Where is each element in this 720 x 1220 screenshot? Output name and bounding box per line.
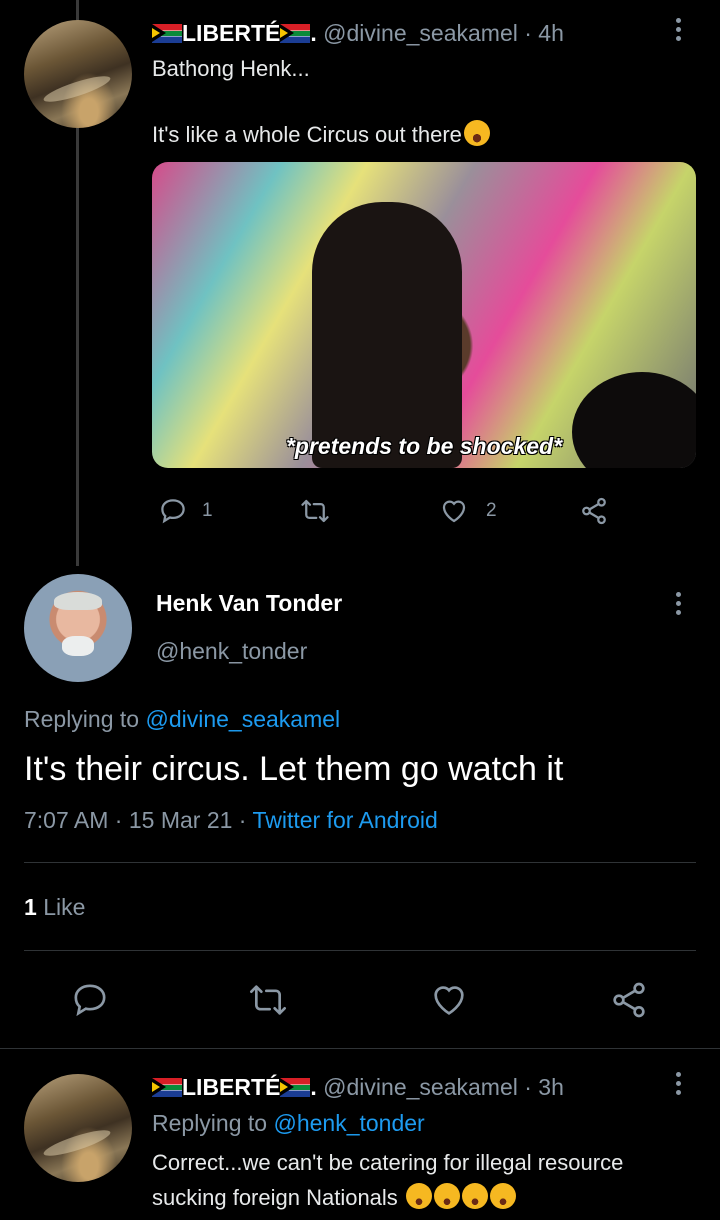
- tweet-source-link[interactable]: Twitter for Android: [252, 807, 437, 833]
- handle[interactable]: @henk_tonder: [156, 638, 307, 665]
- separator: ·: [524, 1074, 532, 1100]
- handle[interactable]: @divine_seakamel: [323, 1074, 518, 1100]
- share-button[interactable]: [608, 980, 650, 1020]
- display-name[interactable]: LIBERTÉ: [182, 1074, 280, 1100]
- tweet-text: sucking foreign Nationals: [152, 1185, 398, 1210]
- handle[interactable]: @divine_seakamel: [323, 20, 518, 46]
- tweet-text-line: It's like a whole Circus out there: [152, 120, 490, 148]
- south-africa-flag-icon: [280, 1078, 311, 1097]
- reply-button[interactable]: 1: [158, 496, 213, 526]
- like-count: 2: [486, 500, 497, 521]
- tweet-text: It's like a whole Circus out there: [152, 122, 462, 147]
- steam-from-nose-emoji-icon: [489, 1183, 516, 1209]
- more-vertical-icon[interactable]: [676, 592, 682, 618]
- tweet-header: LIBERTÉ. @divine_seakamel · 4h: [152, 20, 564, 47]
- share-icon: [578, 496, 610, 526]
- timestamp[interactable]: 4h: [538, 20, 564, 46]
- divider: [24, 862, 696, 863]
- steam-from-nose-emoji-icon: [405, 1183, 432, 1209]
- replying-to-link[interactable]: @divine_seakamel: [145, 706, 340, 732]
- tweet-text-line: Correct...we can't be catering for illeg…: [152, 1150, 624, 1175]
- display-name[interactable]: LIBERTÉ: [182, 20, 280, 46]
- retweet-icon: [298, 496, 332, 526]
- display-name-suffix: .: [310, 20, 317, 46]
- separator: ·: [114, 807, 123, 833]
- avatar[interactable]: [24, 574, 132, 682]
- reply-count: 1: [202, 500, 213, 521]
- likes-count: 1: [24, 894, 37, 920]
- heart-icon: [438, 496, 470, 526]
- avatar[interactable]: [24, 20, 132, 128]
- display-name-suffix: .: [310, 1074, 317, 1100]
- separator: ·: [238, 807, 247, 833]
- media-caption: *pretends to be shocked*: [285, 433, 563, 459]
- tweet-text-line: Bathong Henk...: [152, 56, 310, 81]
- separator: ·: [524, 20, 532, 46]
- steam-from-nose-emoji-icon: [461, 1183, 488, 1209]
- tweet-text: It's their circus. Let them go watch it: [24, 750, 564, 788]
- like-button[interactable]: [428, 980, 470, 1020]
- replying-to: Replying to @divine_seakamel: [24, 706, 340, 733]
- tweet-date: 15 Mar 21: [128, 807, 233, 833]
- more-vertical-icon[interactable]: [676, 18, 682, 44]
- south-africa-flag-icon: [280, 24, 311, 43]
- south-africa-flag-icon: [152, 1078, 182, 1097]
- replying-prefix: Replying to: [152, 1110, 274, 1136]
- replying-to: Replying to @henk_tonder: [152, 1110, 425, 1137]
- tweet-media[interactable]: *pretends to be shocked*: [152, 162, 696, 468]
- tweet-header: LIBERTÉ. @divine_seakamel · 3h: [152, 1074, 564, 1101]
- likes-summary[interactable]: 1 Like: [24, 894, 85, 921]
- retweet-icon: [246, 980, 290, 1020]
- reply-button[interactable]: [70, 980, 110, 1020]
- share-icon: [608, 980, 650, 1020]
- tweet-meta: 7:07 AM · 15 Mar 21 · Twitter for Androi…: [24, 807, 438, 834]
- speech-bubble-icon: [70, 980, 110, 1020]
- like-button[interactable]: 2: [438, 496, 497, 526]
- tweet-time: 7:07 AM: [24, 807, 109, 833]
- likes-label: Like: [43, 894, 86, 920]
- divider: [24, 950, 696, 951]
- avatar[interactable]: [24, 1074, 132, 1182]
- replying-prefix: Replying to: [24, 706, 146, 732]
- speech-bubble-icon: [158, 496, 188, 526]
- tweet-text-line: sucking foreign Nationals: [152, 1183, 516, 1211]
- south-africa-flag-icon: [152, 24, 182, 43]
- heart-icon: [428, 980, 470, 1020]
- shocked-face-emoji-icon: [463, 120, 490, 146]
- timestamp[interactable]: 3h: [538, 1074, 564, 1100]
- retweet-button[interactable]: [246, 980, 290, 1020]
- steam-from-nose-emoji-icon: [433, 1183, 460, 1209]
- display-name[interactable]: Henk Van Tonder: [156, 590, 342, 617]
- replying-to-link[interactable]: @henk_tonder: [273, 1110, 424, 1136]
- share-button[interactable]: [578, 496, 610, 526]
- divider: [0, 1048, 720, 1049]
- retweet-button[interactable]: [298, 496, 332, 526]
- more-vertical-icon[interactable]: [676, 1072, 682, 1098]
